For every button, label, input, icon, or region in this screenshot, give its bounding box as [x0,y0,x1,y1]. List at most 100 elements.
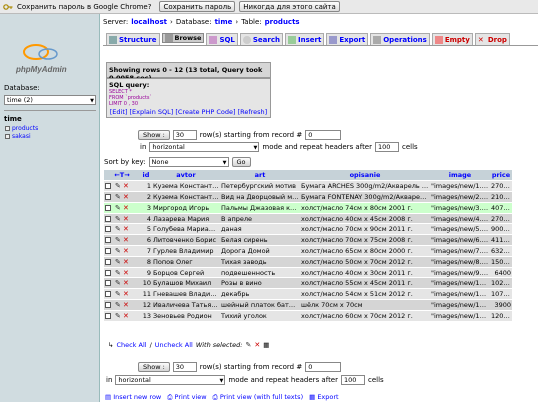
sort-select[interactable]: None ▼ [148,157,229,167]
table-row[interactable]: ✎ ✕ 11 Гневашев Владимир декабрь холст/масло… [104,288,512,301]
delete-icon[interactable]: ✕ [123,258,129,266]
show-button[interactable]: Show : [138,130,170,140]
edit-icon[interactable]: ✎ [115,236,121,244]
column-nav-arrows[interactable]: ←T→ [104,170,140,182]
col-header-art[interactable]: art [220,170,300,182]
table-row[interactable]: ✎ ✕ 13 Зеновьев Родион Тихий уголок холст/ма… [104,310,512,322]
table-row[interactable]: ✎ ✕ 6 Литовченко Борис Белая сирень холст/ма… [104,234,512,247]
edit-icon[interactable]: ✎ [115,247,121,255]
delete-icon[interactable]: ✕ [123,182,129,190]
delete-icon[interactable]: ✕ [123,215,129,223]
start-record-input[interactable]: 0 [305,362,342,372]
insert-row-link[interactable]: ▤ Insert new row [105,393,161,402]
table-row[interactable]: ✎ ✕ 4 Лазарева Мария В апреле холст/масло 40… [104,213,512,225]
print-view-link[interactable]: ⎙ Print view [167,393,206,402]
delete-icon[interactable]: ✕ [123,236,129,244]
phpmyadmin-logo[interactable]: phpMyAdmin [14,40,74,76]
row-checkbox[interactable] [104,267,114,279]
table-row[interactable]: ✎ ✕ 1 Кузема Константин Петербургский мотив… [104,180,512,193]
never-save-button[interactable]: Никогда для этого сайта [239,1,340,12]
show-button[interactable]: Show : [138,362,170,372]
sidebar-db-title[interactable]: time [4,115,22,123]
edit-icon[interactable]: ✎ [115,269,121,277]
save-password-button[interactable]: Сохранить пароль [159,1,236,12]
tab-empty[interactable]: Empty [431,33,473,45]
mode-select[interactable]: horizontal ▼ [149,142,260,152]
sql-links[interactable]: [Edit] [Explain SQL] [Create PHP Code] [… [106,108,271,116]
delete-icon[interactable]: ✕ [123,193,129,201]
tab-insert[interactable]: Insert [285,33,325,45]
table-row[interactable]: ✎ ✕ 5 Голубева Марианна даная холст/масло 70… [104,223,512,236]
database-select[interactable]: time (2) ▼ [4,95,96,105]
col-header-opisanie[interactable]: opisanie [300,170,430,182]
col-header-avtor[interactable]: avtor [152,170,220,182]
row-checkbox[interactable] [104,245,114,257]
delete-icon[interactable]: ✕ [123,204,129,212]
delete-icon[interactable]: ✕ [123,301,129,309]
edit-icon[interactable]: ✎ [115,312,121,320]
server-link[interactable]: localhost [131,18,167,26]
tab-sql[interactable]: SQL [206,33,238,45]
col-header-image[interactable]: image [430,170,490,182]
rows-input[interactable]: 30 [172,130,197,140]
row-checkbox[interactable] [104,310,114,322]
db-link[interactable]: time [215,18,233,26]
start-record-input[interactable]: 0 [305,130,342,140]
rows-input[interactable]: 30 [172,362,197,372]
row-checkbox[interactable] [104,191,114,203]
delete-selected-icon[interactable]: ✕ [254,341,260,349]
tab-search[interactable]: Search [239,33,283,45]
print-view-full-link[interactable]: ⎙ Print view (with full texts) [213,393,304,402]
export-link[interactable]: ▦ Export [309,393,339,402]
table-row[interactable]: ✎ ✕ 8 Попов Олег Тихая заводь холст/масло 50… [104,256,512,268]
row-checkbox[interactable] [104,277,114,290]
row-checkbox[interactable] [104,202,114,214]
delete-icon[interactable]: ✕ [123,312,129,320]
repeat-input[interactable]: 100 [341,375,365,385]
sidebar-item-sakasi[interactable]: sakasi [5,133,31,140]
row-checkbox[interactable] [104,288,114,301]
edit-icon[interactable]: ✎ [115,225,121,233]
sidebar-item-products[interactable]: products [5,125,38,132]
col-header-price[interactable]: price [490,170,512,182]
edit-icon[interactable]: ✎ [115,215,121,223]
tab-export[interactable]: Export [326,33,369,45]
delete-icon[interactable]: ✕ [123,225,129,233]
edit-icon[interactable]: ✎ [115,204,121,212]
tab-structure[interactable]: Structure [106,33,160,45]
table-link[interactable]: products [265,18,300,26]
table-row[interactable]: ✎ ✕ 9 Борцов Сергей подвешенность холст/масл… [104,267,512,279]
edit-selected-icon[interactable]: ✎ [245,341,251,349]
edit-icon[interactable]: ✎ [115,182,121,190]
table-row[interactable]: ✎ ✕3Миргород ИгорьПальмы Джазовая композ… [104,202,512,214]
uncheck-all-link[interactable]: Uncheck All [155,341,193,349]
row-checkbox[interactable] [104,234,114,247]
row-checkbox[interactable] [104,256,114,268]
check-all-link[interactable]: Check All [116,341,146,349]
tab-operations[interactable]: Operations [370,33,430,45]
delete-icon[interactable]: ✕ [123,269,129,277]
delete-icon[interactable]: ✕ [123,290,129,298]
edit-icon[interactable]: ✎ [115,279,121,287]
tab-browse[interactable]: Browse [161,33,205,43]
row-checkbox[interactable] [104,180,114,193]
edit-icon[interactable]: ✎ [115,301,121,309]
delete-icon[interactable]: ✕ [123,247,129,255]
repeat-input[interactable]: 100 [375,142,399,152]
table-row[interactable]: ✎ ✕ 2 Кузема Константин Вид на Дворцовый мо… [104,191,512,203]
edit-icon[interactable]: ✎ [115,258,121,266]
edit-icon[interactable]: ✎ [115,193,121,201]
row-checkbox[interactable] [104,213,114,225]
row-checkbox[interactable] [104,223,114,236]
delete-icon[interactable]: ✕ [123,279,129,287]
go-button[interactable]: Go [231,157,251,167]
col-header-id[interactable]: id [140,170,152,182]
row-checkbox[interactable] [104,299,114,311]
mode-select[interactable]: horizontal ▼ [115,375,226,385]
export-selected-icon[interactable]: ▦ [263,341,269,349]
edit-icon[interactable]: ✎ [115,290,121,298]
table-row[interactable]: ✎ ✕ 7 Гурлев Владимир Дорога Домой холст/мас… [104,245,512,257]
table-row[interactable]: ✎ ✕ 10 Булашов Михаил Розы в вино холст/масл… [104,277,512,290]
table-row[interactable]: ✎ ✕ 12 Иваличева Татьяна шейный платок бати… [104,299,512,311]
tab-drop[interactable]: ✕ Drop [474,33,510,45]
